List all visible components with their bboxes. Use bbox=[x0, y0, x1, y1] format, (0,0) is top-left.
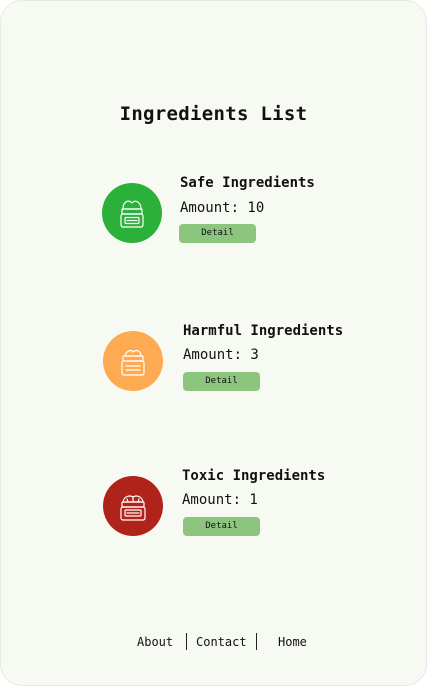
ingredient-item-safe: Safe Ingredients Amount: 10 Detail bbox=[1, 175, 426, 257]
detail-button-toxic[interactable]: Detail bbox=[183, 517, 260, 536]
item-amount: Amount: 3 bbox=[183, 347, 259, 363]
item-title: Toxic Ingredients bbox=[182, 468, 326, 484]
footer-link-contact[interactable]: Contact bbox=[196, 635, 247, 649]
cream-jar-icon bbox=[102, 183, 162, 243]
footer-divider bbox=[186, 633, 187, 650]
ingredient-item-harmful: Harmful Ingredients Amount: 3 Detail bbox=[1, 323, 426, 405]
footer-link-home[interactable]: Home bbox=[278, 635, 307, 649]
cream-jar-icon bbox=[103, 476, 163, 536]
ingredient-item-toxic: Toxic Ingredients Amount: 1 Detail bbox=[1, 468, 426, 550]
app-screen: Ingredients List Safe Ingredients Amount… bbox=[0, 0, 427, 686]
detail-button-harmful[interactable]: Detail bbox=[183, 372, 260, 391]
detail-button-safe[interactable]: Detail bbox=[179, 224, 256, 243]
page-title: Ingredients List bbox=[119, 102, 308, 125]
cream-jar-icon bbox=[103, 331, 163, 391]
item-title: Harmful Ingredients bbox=[183, 323, 344, 339]
item-amount: Amount: 1 bbox=[182, 492, 258, 508]
footer-divider bbox=[256, 633, 257, 650]
item-title: Safe Ingredients bbox=[180, 175, 315, 191]
item-amount: Amount: 10 bbox=[180, 200, 265, 216]
footer-nav: About Contact Home bbox=[1, 633, 426, 653]
footer-link-about[interactable]: About bbox=[137, 635, 173, 649]
